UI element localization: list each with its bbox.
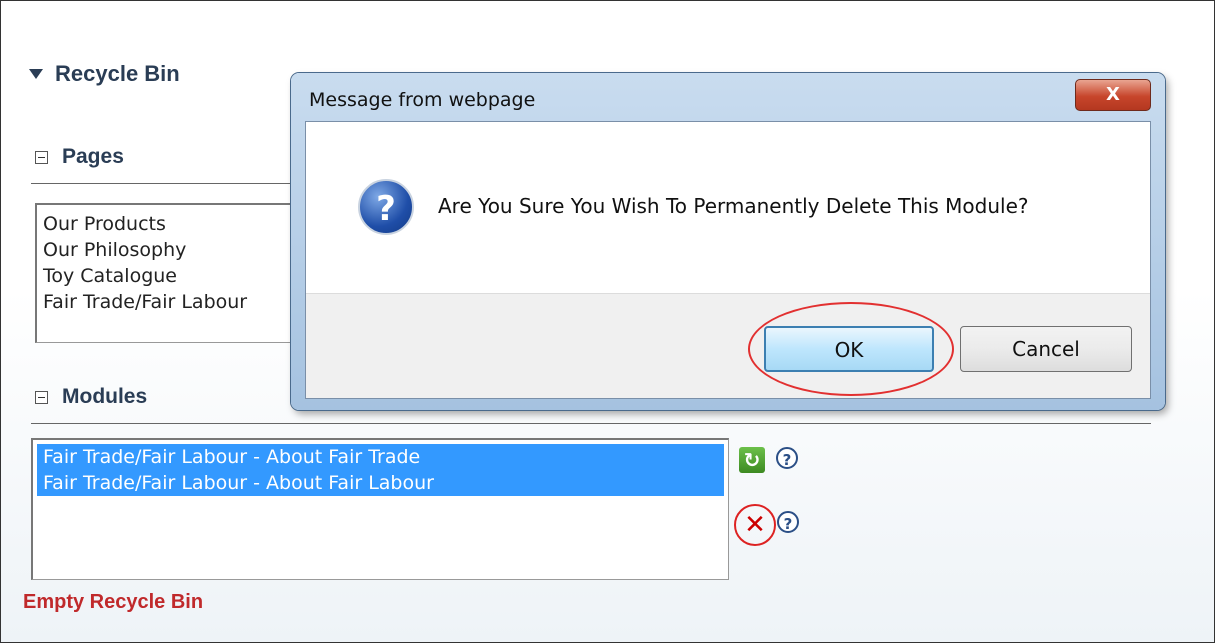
list-item[interactable]: Toy Catalogue <box>37 263 304 289</box>
modules-listbox[interactable]: Fair Trade/Fair Labour - About Fair Trad… <box>31 438 729 580</box>
collapse-minus-icon[interactable] <box>35 150 48 164</box>
dialog-body: ? Are You Sure You Wish To Permanently D… <box>305 121 1151 399</box>
confirm-dialog: Message from webpage X ? Are You Sure Yo… <box>291 73 1165 410</box>
pages-section-header[interactable]: Pages <box>35 145 124 169</box>
question-icon: ? <box>358 179 414 235</box>
dialog-message: Are You Sure You Wish To Permanently Del… <box>438 194 1029 218</box>
list-item[interactable]: Fair Trade/Fair Labour - About Fair Trad… <box>37 444 724 470</box>
recycle-bin-title: Recycle Bin <box>55 61 180 86</box>
collapse-triangle-icon <box>29 69 43 79</box>
ok-button[interactable]: OK <box>764 326 934 372</box>
page-frame: Recycle Bin Pages Our Products Our Philo… <box>0 0 1215 643</box>
delete-icon[interactable]: ✕ <box>734 504 776 546</box>
close-button[interactable]: X <box>1075 79 1151 111</box>
pages-listbox[interactable]: Our Products Our Philosophy Toy Catalogu… <box>35 203 305 343</box>
list-item[interactable]: Fair Trade/Fair Labour <box>37 289 304 315</box>
modules-section-header[interactable]: Modules <box>35 385 147 409</box>
list-item[interactable]: Our Philosophy <box>37 237 304 263</box>
help-icon[interactable]: ? <box>776 447 798 469</box>
empty-recycle-bin-link[interactable]: Empty Recycle Bin <box>23 591 203 614</box>
modules-heading: Modules <box>62 385 148 408</box>
help-icon[interactable]: ? <box>777 511 799 533</box>
collapse-minus-icon[interactable] <box>35 390 48 404</box>
recycle-bin-header[interactable]: Recycle Bin <box>29 61 180 87</box>
dialog-title: Message from webpage <box>309 89 536 111</box>
restore-icon[interactable]: ↻ <box>739 447 765 473</box>
list-item[interactable]: Fair Trade/Fair Labour - About Fair Labo… <box>37 470 724 496</box>
cancel-button[interactable]: Cancel <box>960 326 1132 372</box>
list-item[interactable]: Our Products <box>37 211 304 237</box>
pages-divider <box>31 183 301 184</box>
modules-divider <box>31 423 1151 424</box>
pages-heading: Pages <box>62 145 124 168</box>
